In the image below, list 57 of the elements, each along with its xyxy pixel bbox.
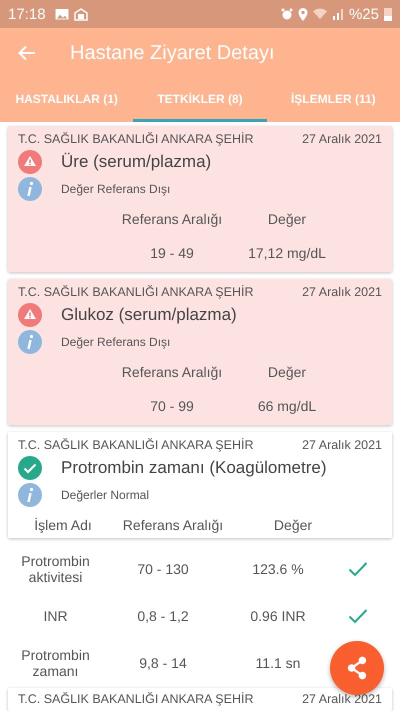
test-card[interactable]: T.C. SAĞLIK BAKANLIĞI ANKARA ŞEHİR 27 Aralık 2021 Üre (serum/plazma) Değer Referans Dışı Referans Aralığı Değer 19 - 49 17,12 mg/dL — [8, 126, 392, 272]
info-icon — [18, 483, 42, 507]
check-circle-icon — [18, 456, 42, 480]
result-note: Değer Referans Dışı — [61, 335, 170, 349]
result-note: Değerler Normal — [61, 488, 150, 502]
wifi-icon — [312, 8, 327, 20]
result-value: 123.6 % — [251, 560, 305, 576]
result-value: 0.96 INR — [249, 608, 307, 624]
signal-icon — [332, 8, 344, 20]
test-item-name: Protrombin zamanı — [20, 646, 91, 678]
info-icon — [18, 330, 42, 354]
test-date: 27 Aralık 2021 — [302, 692, 382, 706]
test-card[interactable]: T.C. SAĞLIK BAKANLIĞI ANKARA ŞEHİR 27 Aralık 2021 Protrombin zamanı (Koagülometre) Değerler Normal İşlem Adı Referans Aralığı Değer — [8, 432, 392, 538]
test-name: Protrombin zamanı (Koagülometre) — [61, 458, 327, 478]
test-name: Glukoz (serum/plazma) — [61, 305, 237, 325]
reference-range: 19 - 49 — [149, 245, 195, 261]
column-header: Referans Aralığı — [120, 211, 224, 227]
reference-range: 70 - 99 — [149, 398, 195, 414]
result-value: 66 mg/dL — [256, 398, 318, 414]
test-item-name: INR — [42, 608, 69, 624]
back-arrow-icon[interactable] — [18, 45, 36, 61]
check-icon — [348, 608, 368, 624]
hospital-name: T.C. SAĞLIK BAKANLIĞI ANKARA ŞEHİR — [18, 438, 254, 452]
test-date: 27 Aralık 2021 — [302, 285, 382, 299]
hospital-name: T.C. SAĞLIK BAKANLIĞI ANKARA ŞEHİR — [18, 692, 254, 706]
warning-icon — [18, 303, 42, 327]
reference-range: 9,8 - 14 — [138, 654, 188, 670]
share-button[interactable] — [330, 641, 384, 695]
reference-range: 70 - 130 — [136, 560, 190, 576]
alarm-icon — [280, 8, 293, 20]
test-card[interactable]: T.C. SAĞLIK BAKANLIĞI ANKARA ŞEHİR 27 Aralık 2021 — [8, 688, 392, 711]
battery-icon — [384, 7, 392, 21]
column-header: İşlem Adı — [33, 517, 93, 533]
test-date: 27 Aralık 2021 — [302, 132, 382, 146]
test-date: 27 Aralık 2021 — [302, 438, 382, 452]
result-value: 11.1 sn — [254, 654, 302, 670]
column-header: Referans Aralığı — [122, 517, 224, 533]
gallery-icon — [54, 8, 69, 20]
hospital-name: T.C. SAĞLIK BAKANLIĞI ANKARA ŞEHİR — [18, 132, 254, 146]
check-icon — [348, 560, 368, 576]
battery-level: %25 — [348, 6, 379, 22]
info-icon — [18, 177, 42, 201]
result-value: 17,12 mg/dL — [247, 245, 327, 261]
result-note: Değer Referans Dışı — [61, 182, 170, 196]
screen-title: Hastane Ziyaret Detayı — [70, 42, 275, 64]
test-item-name: Protrombin aktivitesi — [20, 552, 91, 584]
test-card[interactable]: T.C. SAĞLIK BAKANLIĞI ANKARA ŞEHİR 27 Aralık 2021 Glukoz (serum/plazma) Değer Referans Dışı Referans Aralığı Değer 70 - 99 66 mg/dL — [8, 279, 392, 425]
test-name: Üre (serum/plazma) — [61, 152, 212, 172]
column-header: Değer — [266, 211, 308, 227]
column-header: Referans Aralığı — [120, 364, 224, 380]
column-header: Değer — [266, 364, 308, 380]
column-header: Değer — [272, 517, 314, 533]
reference-range: 0,8 - 1,2 — [136, 608, 190, 624]
warning-icon — [18, 150, 42, 174]
status-time: 17:18 — [8, 6, 46, 22]
location-icon — [298, 8, 308, 20]
hospital-name: T.C. SAĞLIK BAKANLIĞI ANKARA ŞEHİR — [18, 285, 254, 299]
